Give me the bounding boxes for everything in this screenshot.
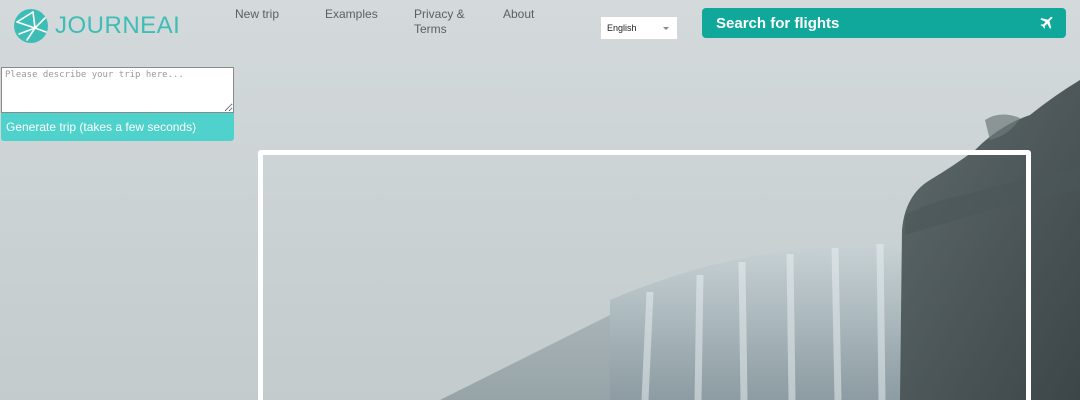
globe-network-icon — [14, 9, 48, 43]
nav-examples[interactable]: Examples — [325, 7, 378, 22]
airplane-icon — [1040, 16, 1053, 29]
brand-name: JOURNEAI — [55, 12, 181, 39]
page: JOURNEAI New trip Examples Privacy & Ter… — [0, 0, 1080, 400]
search-flights-label: Search for flights — [716, 14, 840, 32]
brand-logo[interactable]: JOURNEAI — [13, 6, 180, 46]
chevron-down-icon — [663, 27, 669, 30]
nav-privacy-line1: Privacy & — [414, 7, 465, 21]
nav-new-trip[interactable]: New trip — [235, 7, 279, 22]
search-flights-button[interactable]: Search for flights — [702, 8, 1066, 38]
nav-privacy-line2: Terms — [414, 22, 447, 36]
generate-trip-button[interactable]: Generate trip (takes a few seconds) — [1, 113, 234, 141]
nav-privacy-terms[interactable]: Privacy & Terms — [414, 7, 465, 37]
language-select[interactable]: English — [600, 16, 678, 40]
nav-about[interactable]: About — [503, 7, 534, 22]
language-selected-value: English — [607, 23, 637, 33]
hero-frame — [258, 150, 1031, 400]
trip-description-input[interactable] — [1, 67, 234, 113]
